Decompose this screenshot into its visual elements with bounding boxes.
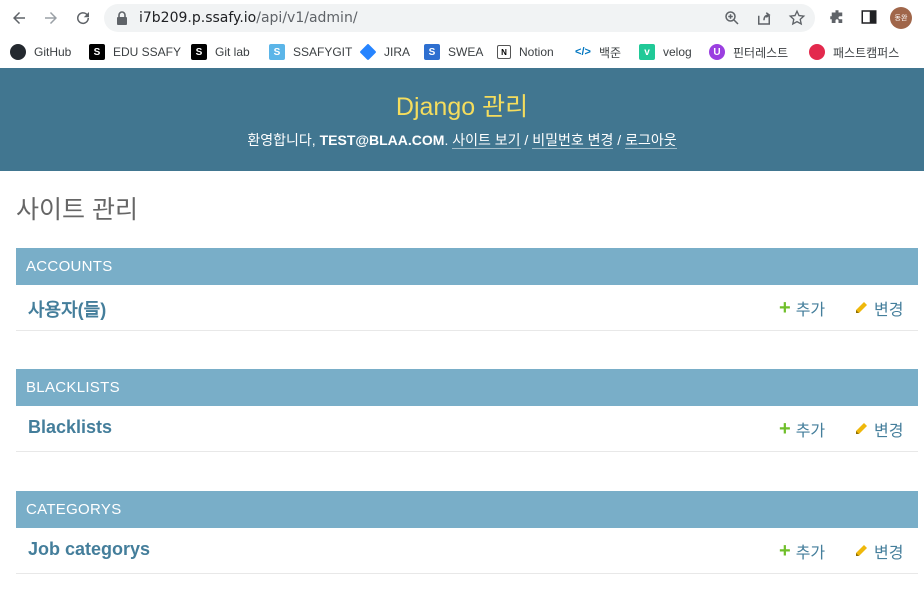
bookmark-fastcampus[interactable]: 패스트캠퍼스 (809, 42, 899, 62)
username: test@blaa.com (319, 132, 445, 148)
model-link[interactable]: 사용자(들) (28, 296, 106, 322)
module-caption[interactable]: ACCOUNTS (16, 248, 918, 285)
forward-button[interactable] (39, 6, 63, 30)
add-label: 추가 (795, 302, 826, 319)
zoom-icon[interactable] (723, 9, 741, 27)
pencil-icon (854, 301, 868, 315)
model-row: Job categorys + 추가 변경 (16, 528, 918, 574)
add-label: 추가 (795, 423, 826, 440)
bookmark-github[interactable]: GitHub (10, 42, 71, 62)
bookmark-label: Git lab (215, 45, 250, 59)
bookmark-velog[interactable]: v velog (639, 42, 692, 62)
bookmark-gitlab[interactable]: S Git lab (191, 42, 250, 62)
pencil-icon (854, 544, 868, 558)
add-label: 추가 (795, 545, 826, 562)
fastcampus-icon (809, 44, 825, 60)
url-host: i7b209.p.ssafy.io (139, 10, 257, 26)
plus-icon: + (779, 297, 791, 319)
bookmark-notion[interactable]: N Notion (497, 42, 554, 62)
site-brand[interactable]: Django 관리 (0, 87, 924, 123)
module-categorys: CATEGORYS Job categorys + 추가 변경 (16, 491, 918, 574)
pinterest-icon: U (709, 44, 725, 60)
bookmark-label: velog (663, 45, 692, 59)
browser-toolbar: i7b209.p.ssafy.io/api/v1/admin/ 동완 (0, 0, 924, 36)
bookmark-label: Notion (519, 45, 554, 59)
forward-arrow-icon (45, 12, 57, 24)
change-link[interactable]: 변경 (854, 296, 903, 320)
view-site-link[interactable]: 사이트 보기 (452, 132, 521, 149)
reload-icon (77, 12, 90, 25)
module-caption[interactable]: CATEGORYS (16, 491, 918, 528)
back-arrow-icon (13, 12, 25, 24)
address-bar[interactable]: i7b209.p.ssafy.io/api/v1/admin/ (104, 4, 815, 32)
change-link[interactable]: 변경 (854, 417, 903, 441)
welcome-text: 환영합니다, (247, 132, 316, 148)
model-row: 사용자(들) + 추가 변경 (16, 285, 918, 331)
module-caption[interactable]: BLACKLISTS (16, 369, 918, 406)
bookmark-baekjoon[interactable]: </> 백준 (575, 42, 621, 62)
jira-icon (359, 43, 377, 61)
plus-icon: + (779, 418, 791, 440)
lock-icon (117, 11, 127, 25)
bookmark-label: SWEA (448, 45, 484, 59)
back-button[interactable] (7, 6, 31, 30)
notion-icon: N (497, 45, 511, 59)
ssafygit-icon: S (269, 44, 285, 60)
change-label: 변경 (874, 545, 904, 562)
plus-icon: + (779, 540, 791, 562)
module-blacklists: BLACKLISTS Blacklists + 추가 변경 (16, 369, 918, 452)
bookmark-star-icon[interactable] (788, 9, 806, 27)
gitlab-icon: S (191, 44, 207, 60)
user-tools: 환영합니다, test@blaa.com. 사이트 보기 / 비밀번호 변경 /… (247, 132, 677, 149)
bookmark-jira[interactable]: JIRA (359, 42, 411, 62)
url-path: /api/v1/admin/ (256, 10, 358, 26)
bookmark-ssafygit[interactable]: S SSAFYGIT (269, 42, 352, 62)
bookmark-pinterest[interactable]: U 핀터레스트 (709, 42, 788, 62)
github-icon (10, 44, 26, 60)
velog-icon: v (639, 44, 655, 60)
swea-icon: S (424, 44, 440, 60)
bookmark-label: SSAFYGIT (293, 45, 353, 59)
bookmark-label: JIRA (384, 45, 411, 59)
add-link[interactable]: + 추가 (779, 296, 825, 320)
change-link[interactable]: 변경 (854, 539, 903, 563)
module-accounts: ACCOUNTS 사용자(들) + 추가 변경 (16, 248, 918, 331)
add-link[interactable]: + 추가 (779, 539, 825, 563)
change-password-link[interactable]: 비밀번호 변경 (532, 132, 614, 149)
baekjoon-icon: </> (575, 44, 591, 60)
bookmarks-bar: GitHub S EDU SSAFY S Git lab S SSAFYGIT … (0, 36, 924, 69)
bookmark-label: 핀터레스트 (733, 45, 789, 60)
ssafy-icon: S (89, 44, 105, 60)
share-icon[interactable] (755, 9, 773, 27)
model-row: Blacklists + 추가 변경 (16, 406, 918, 452)
reload-button[interactable] (71, 6, 95, 30)
change-label: 변경 (874, 302, 904, 319)
bookmark-label: GitHub (34, 45, 72, 59)
add-link[interactable]: + 추가 (779, 417, 825, 441)
page-title: 사이트 관리 (16, 196, 138, 224)
extensions-icon[interactable] (828, 8, 846, 26)
bookmark-edu-ssafy[interactable]: S EDU SSAFY (89, 42, 181, 62)
bookmark-label: 백준 (599, 45, 622, 60)
bookmark-label: 패스트캠퍼스 (833, 45, 900, 60)
side-panel-icon[interactable] (860, 8, 878, 26)
url-text: i7b209.p.ssafy.io/api/v1/admin/ (139, 10, 358, 26)
profile-avatar[interactable]: 동완 (890, 7, 912, 29)
bookmark-label: EDU SSAFY (113, 45, 182, 59)
change-label: 변경 (874, 423, 904, 440)
model-link[interactable]: Blacklists (28, 417, 112, 438)
logout-link[interactable]: 로그아웃 (625, 132, 677, 149)
model-link[interactable]: Job categorys (28, 539, 150, 560)
bookmark-swea[interactable]: S SWEA (424, 42, 483, 62)
pencil-icon (854, 422, 868, 436)
